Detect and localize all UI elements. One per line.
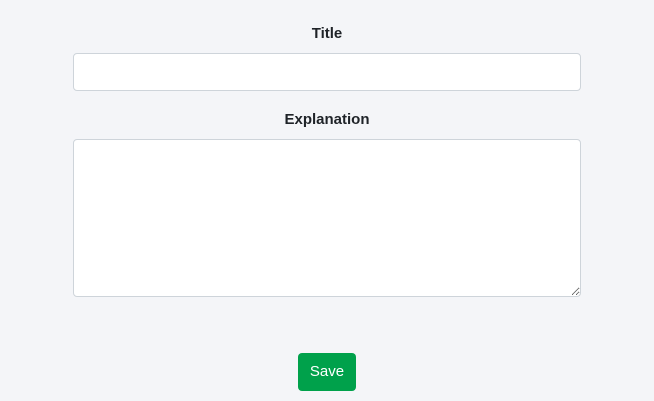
title-input[interactable] [73,53,581,91]
save-button[interactable]: Save [298,353,356,391]
edit-form: Title Explanation [73,0,581,297]
explanation-label: Explanation [284,111,370,128]
title-label: Title [311,25,343,42]
explanation-textarea[interactable] [73,139,581,297]
